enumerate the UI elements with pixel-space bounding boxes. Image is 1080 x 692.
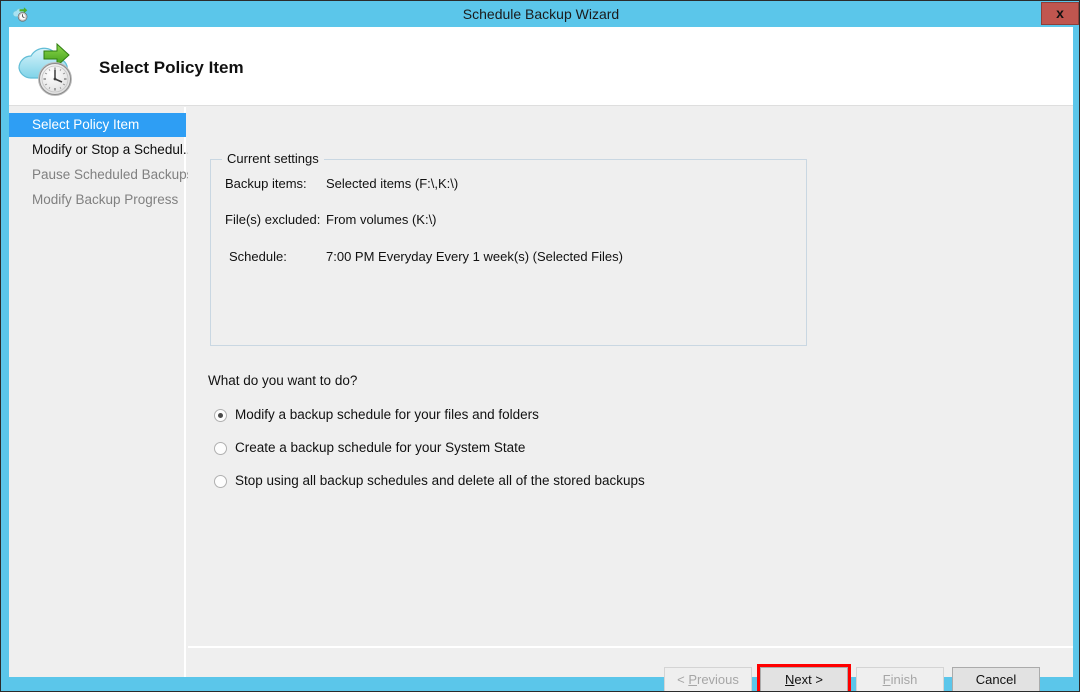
- prompt-question: What do you want to do?: [208, 373, 358, 388]
- sidebar-item-label: Modify Backup Progress: [32, 192, 179, 207]
- page-title: Select Policy Item: [99, 58, 244, 77]
- radio-icon[interactable]: [214, 442, 227, 455]
- sidebar-item-select-policy-item[interactable]: Select Policy Item: [9, 113, 186, 137]
- close-icon[interactable]: x: [1041, 2, 1079, 25]
- files-excluded-value: From volumes (K:\): [326, 212, 437, 227]
- sidebar-item-label: Select Policy Item: [32, 117, 140, 132]
- sidebar-item-pause-scheduled-backups: Pause Scheduled Backups: [9, 163, 193, 187]
- sidebar-item-label: Pause Scheduled Backups: [32, 167, 194, 182]
- radio-icon[interactable]: [214, 409, 227, 422]
- previous-accel: P: [688, 672, 697, 687]
- backup-items-label: Backup items:: [225, 176, 307, 191]
- title-bar: Schedule Backup Wizard x: [1, 1, 1079, 27]
- window-title: Schedule Backup Wizard: [462, 6, 620, 22]
- backup-items-value: Selected items (F:\,K:\): [326, 176, 459, 191]
- wizard-content-pane: Current settings Backup items: Selected …: [188, 107, 1073, 677]
- current-settings-legend: Current settings: [222, 151, 324, 166]
- cloud-clock-backup-icon: [13, 35, 81, 101]
- finish-button: Finish: [856, 667, 944, 691]
- button-bar-separator: [188, 646, 1073, 648]
- schedule-label: Schedule:: [229, 249, 287, 264]
- finish-accel: F: [882, 672, 891, 687]
- window-body: Select Policy Item Select Policy Item Mo…: [9, 27, 1073, 691]
- sidebar-item-modify-or-stop-a-schedule[interactable]: Modify or Stop a Schedul...: [9, 138, 194, 162]
- radio-option-label: Create a backup schedule for your System…: [235, 440, 526, 455]
- radio-icon[interactable]: [214, 475, 227, 488]
- wizard-header: Select Policy Item: [9, 27, 1073, 106]
- wizard-button-bar: < Previous Next > Finish Cancel: [188, 649, 1073, 691]
- schedule-backup-wizard-window: Schedule Backup Wizard x Select Policy I…: [0, 0, 1080, 692]
- next-accel: N: [785, 672, 795, 687]
- sidebar-item-modify-backup-progress: Modify Backup Progress: [9, 188, 186, 212]
- sidebar-item-label: Modify or Stop a Schedul...: [32, 142, 195, 157]
- previous-button: < Previous: [664, 667, 752, 691]
- radio-option-label: Modify a backup schedule for your files …: [235, 407, 539, 422]
- radio-option-label: Stop using all backup schedules and dele…: [235, 473, 645, 488]
- files-excluded-label: File(s) excluded:: [225, 212, 321, 227]
- cancel-button[interactable]: Cancel: [952, 667, 1040, 691]
- next-button[interactable]: Next >: [760, 667, 848, 691]
- schedule-value: 7:00 PM Everyday Every 1 week(s) (Select…: [326, 249, 623, 264]
- wizard-steps-sidebar: Select Policy Item Modify or Stop a Sche…: [9, 107, 194, 677]
- current-settings-groupbox: Current settings Backup items: Selected …: [210, 151, 807, 346]
